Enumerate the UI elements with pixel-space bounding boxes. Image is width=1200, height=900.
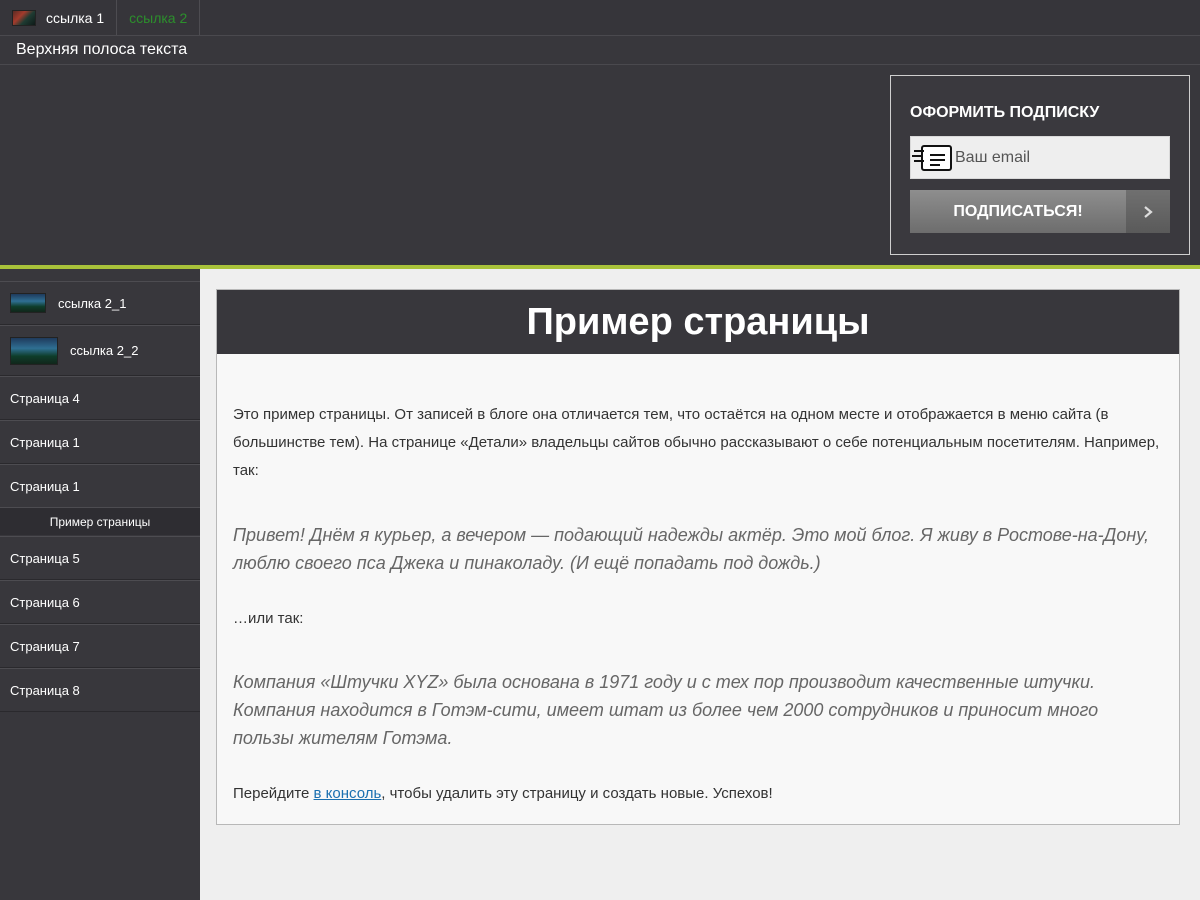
sidebar-item-label: Страница 1 xyxy=(10,478,80,494)
sidebar-item-label: Страница 6 xyxy=(10,594,80,610)
tab-label: ссылка 1 xyxy=(46,9,105,26)
thumbnail-image xyxy=(10,336,58,365)
outro-text-after: , чтобы удалить эту страницу и создать н… xyxy=(381,785,773,802)
sidebar-item-label: Пример страницы xyxy=(49,514,151,529)
subscribe-title: ОФОРМИТЬ ПОДПИСКУ xyxy=(910,104,1100,121)
sidebar-item-label: ссылка 2_2 xyxy=(70,343,139,358)
thumbnail-image xyxy=(10,293,46,313)
sidebar-item-page-4[interactable]: Страница 4 xyxy=(0,376,200,420)
tab-link-1[interactable]: ссылка 1 xyxy=(0,0,118,35)
subscribe-widget: ОФОРМИТЬ ПОДПИСКУ ПОДПИСАТЬСЯ! xyxy=(890,75,1190,255)
sidebar-item-label: ссылка 2_1 xyxy=(58,295,127,311)
sidebar-item-link-2-2[interactable]: ссылка 2_2 xyxy=(0,325,200,376)
sidebar-item-page-8[interactable]: Страница 8 xyxy=(0,668,200,712)
thumbnail-image xyxy=(12,9,36,26)
page-title: Пример страницы xyxy=(526,300,870,343)
top-nav: ссылка 1 ссылка 2 xyxy=(0,0,1200,36)
chevron-right-icon xyxy=(1126,190,1170,233)
sidebar-item-label: Страница 1 xyxy=(10,434,80,450)
tab-label: ссылка 2 xyxy=(129,9,188,26)
email-input[interactable] xyxy=(955,148,1155,167)
sidebar-item-page-5[interactable]: Страница 5 xyxy=(0,536,200,580)
sidebar-item-page-7[interactable]: Страница 7 xyxy=(0,624,200,668)
subscribe-button-label: ПОДПИСАТЬСЯ! xyxy=(910,190,1126,233)
envelope-icon xyxy=(911,136,955,179)
subscribe-button[interactable]: ПОДПИСАТЬСЯ! xyxy=(910,190,1170,233)
email-field-box[interactable] xyxy=(910,136,1170,179)
top-text-strip: Верхняя полоса текста xyxy=(0,36,1200,65)
sidebar-item-example-page[interactable]: Пример страницы xyxy=(0,507,200,535)
sidebar-item-page-1[interactable]: Страница 1 xyxy=(0,420,200,464)
sidebar-item-label: Страница 7 xyxy=(10,638,80,654)
intro-paragraph: Это пример страницы. От записей в блоге … xyxy=(233,406,1160,479)
sidebar-item-label: Страница 4 xyxy=(10,390,80,406)
quote-paragraph-2: Компания «Штучки XYZ» была основана в 19… xyxy=(233,672,1099,748)
tab-link-2[interactable]: ссылка 2 xyxy=(117,0,201,35)
sidebar-item-page-6[interactable]: Страница 6 xyxy=(0,580,200,624)
outro-text-before: Перейдите xyxy=(233,785,314,802)
or-paragraph: …или так: xyxy=(233,610,304,627)
quote-paragraph-1: Привет! Днём я курьер, а вечером — подаю… xyxy=(233,525,1150,573)
outro-paragraph: Перейдите в консоль, чтобы удалить эту с… xyxy=(233,780,1163,808)
sidebar-item-page-1b[interactable]: Страница 1 xyxy=(0,464,200,508)
sidebar-item-label: Страница 5 xyxy=(10,550,80,566)
sidebar-item-label: Страница 8 xyxy=(10,682,80,698)
content-card: Пример страницы Это пример страницы. От … xyxy=(216,289,1180,825)
sidebar-item-link-2-1[interactable]: ссылка 2_1 xyxy=(0,281,200,325)
sidebar: ссылка 2_1 ссылка 2_2 Страница 4 Страниц… xyxy=(0,269,200,900)
page-title-bar: Пример страницы xyxy=(217,290,1179,354)
console-link[interactable]: в консоль xyxy=(314,785,382,802)
